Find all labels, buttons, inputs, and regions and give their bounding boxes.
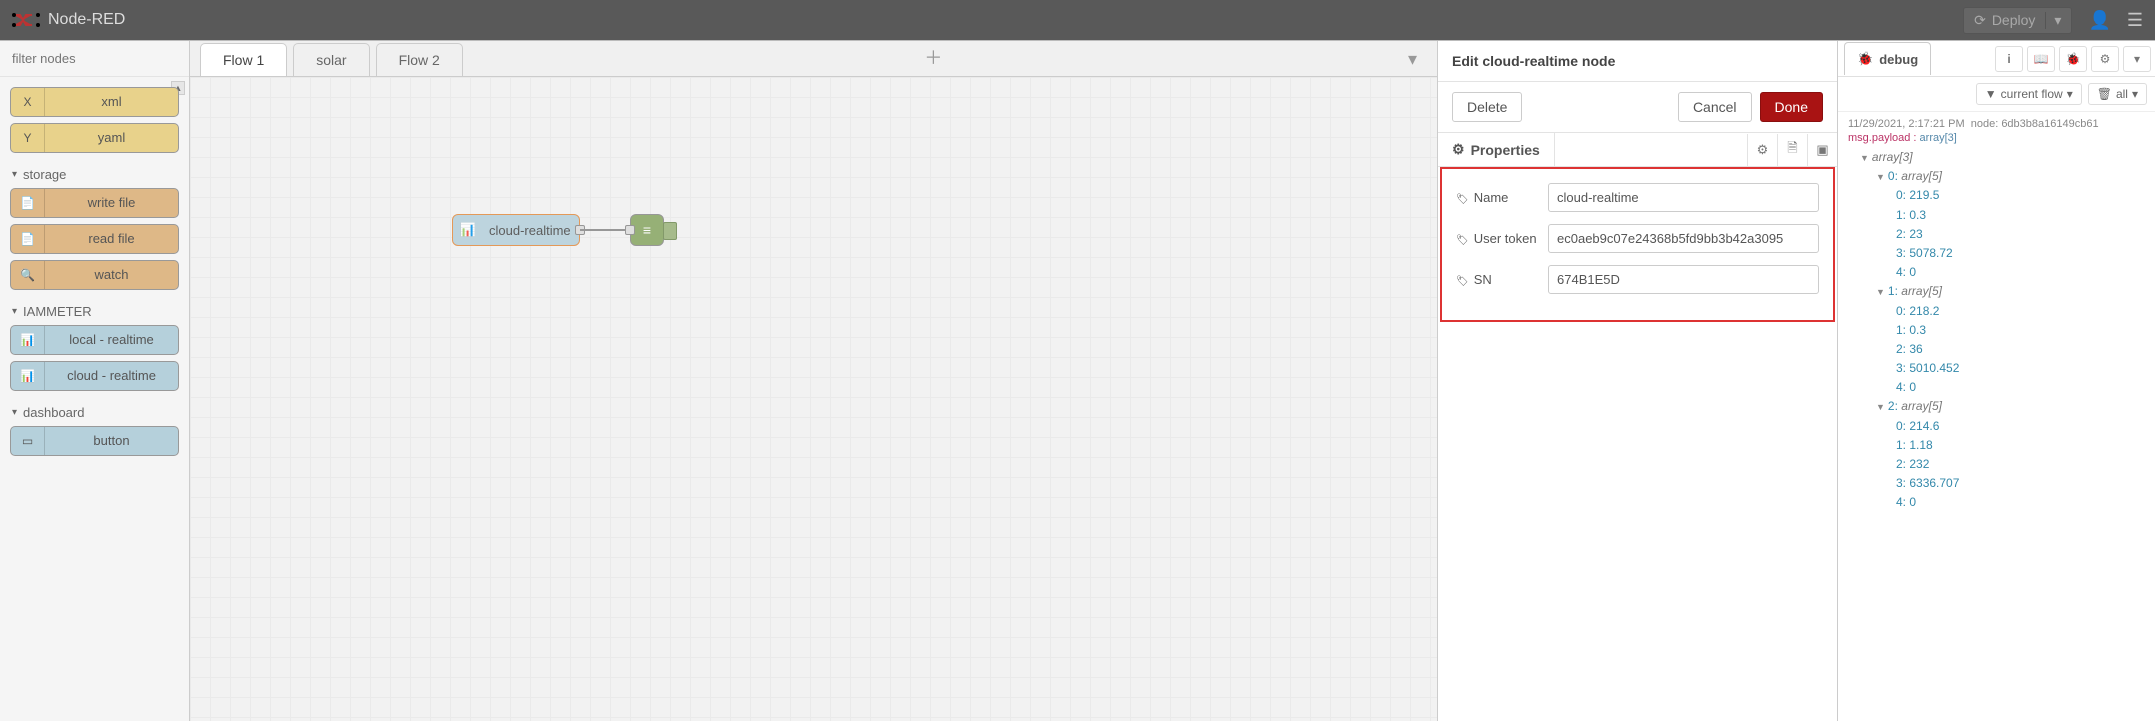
palette-node-read-file[interactable]: 📄read file: [10, 224, 179, 254]
debug-value[interactable]: 4: 0: [1848, 263, 2145, 282]
chevron-down-icon: ▾: [12, 306, 17, 317]
tag-icon: [1456, 272, 1469, 287]
debug-tab[interactable]: 🐞 debug: [1844, 42, 1931, 75]
chevron-down-icon: ▾: [2045, 12, 2061, 29]
debug-icon: ≡: [631, 215, 663, 245]
palette-category-dashboard[interactable]: ▾dashboard: [12, 405, 177, 420]
chevron-down-icon: ▾: [2132, 87, 2138, 101]
chevron-down-icon: ▾: [2067, 87, 2073, 101]
node-toggle-button[interactable]: [663, 222, 677, 240]
palette-category-storage[interactable]: ▾storage: [12, 167, 177, 182]
bug-icon[interactable]: 🐞: [2059, 46, 2087, 72]
workspace: Flow 1 solar Flow 2 ＋ ▾ 📊 cloud-realtime…: [190, 41, 1437, 721]
flow-canvas[interactable]: 📊 cloud-realtime ≡: [190, 77, 1437, 721]
node-debug[interactable]: ≡: [630, 214, 664, 246]
filter-icon: ▼: [1985, 87, 1997, 101]
flow-tabs: Flow 1 solar Flow 2 ＋ ▾: [190, 41, 1437, 77]
node-label: cloud-realtime: [483, 223, 579, 238]
palette-node-local-realtime[interactable]: 📊local - realtime: [10, 325, 179, 355]
sn-label: SN: [1456, 272, 1548, 287]
debug-value[interactable]: 1: 1.18: [1848, 436, 2145, 455]
sn-input[interactable]: [1548, 265, 1819, 294]
properties-tab[interactable]: ⚙ Properties: [1438, 133, 1555, 166]
cancel-button[interactable]: Cancel: [1678, 92, 1752, 122]
debug-value[interactable]: 0: 214.6: [1848, 417, 2145, 436]
debug-messages: 11/29/2021, 2:17:21 PM node: 6db3b8a1614…: [1838, 112, 2155, 721]
add-tab-button[interactable]: ＋: [914, 40, 952, 76]
help-icon[interactable]: 📖: [2027, 46, 2055, 72]
debug-value[interactable]: 4: 0: [1848, 493, 2145, 512]
filter-button[interactable]: ▼ current flow ▾: [1976, 83, 2082, 105]
name-input[interactable]: [1548, 183, 1819, 212]
settings-icon[interactable]: ⚙: [1747, 134, 1777, 166]
delete-button[interactable]: Delete: [1452, 92, 1522, 122]
debug-sidebar: 🐞 debug i 📖 🐞 ⚙ ▾ ▼ current flow ▾ 🗑: [1837, 41, 2155, 721]
description-icon[interactable]: 🗎: [1777, 134, 1807, 166]
palette-sidebar: ▲ Xxml Yyaml ▾storage 📄write file 📄read …: [0, 41, 190, 721]
palette-node-cloud-realtime[interactable]: 📊cloud - realtime: [10, 361, 179, 391]
tag-icon: [1456, 190, 1469, 205]
debug-topic: msg.payload : array[3]: [1848, 132, 2145, 144]
node-cloud-realtime[interactable]: 📊 cloud-realtime: [452, 214, 580, 246]
debug-array-item[interactable]: ▼0: array[5]: [1848, 167, 2145, 186]
app-logo: Node-RED: [12, 11, 125, 29]
chevron-down-icon[interactable]: ▾: [2123, 46, 2151, 72]
palette-node-yaml[interactable]: Yyaml: [10, 123, 179, 153]
deploy-label: Deploy: [1992, 12, 2036, 28]
debug-value[interactable]: 3: 5010.452: [1848, 359, 2145, 378]
edit-tray: Edit cloud-realtime node Delete Cancel D…: [1437, 41, 1837, 721]
info-icon[interactable]: i: [1995, 46, 2023, 72]
properties-form: Name User token SN: [1440, 167, 1835, 322]
debug-value[interactable]: 2: 23: [1848, 225, 2145, 244]
app-header: Node-RED ⟳ Deploy ▾ 👤 ☰: [0, 0, 2155, 40]
tab-flow-2[interactable]: Flow 2: [376, 43, 463, 76]
debug-value[interactable]: 1: 0.3: [1848, 206, 2145, 225]
tag-icon: [1456, 231, 1469, 246]
deploy-button[interactable]: ⟳ Deploy ▾: [1963, 7, 2072, 34]
bug-icon: 🐞: [1857, 51, 1873, 67]
debug-timestamp: 11/29/2021, 2:17:21 PM node: 6db3b8a1614…: [1848, 118, 2145, 130]
palette-node-xml[interactable]: Xxml: [10, 87, 179, 117]
deploy-icon: ⟳: [1974, 12, 1986, 29]
input-port[interactable]: [625, 225, 635, 235]
debug-value[interactable]: 3: 5078.72: [1848, 244, 2145, 263]
chevron-down-icon: ▾: [12, 169, 17, 180]
debug-array-item[interactable]: ▼2: array[5]: [1848, 397, 2145, 416]
menu-icon[interactable]: ☰: [2127, 10, 2143, 31]
tabs-menu-icon[interactable]: ▾: [1398, 43, 1427, 76]
user-token-input[interactable]: [1548, 224, 1819, 253]
palette-node-watch[interactable]: 🔍watch: [10, 260, 179, 290]
user-icon[interactable]: 👤: [2088, 10, 2110, 31]
palette-category-iammeter[interactable]: ▾IAMMETER: [12, 304, 177, 319]
gauge-icon: 📊: [453, 215, 483, 245]
debug-value[interactable]: 2: 36: [1848, 340, 2145, 359]
palette-node-button[interactable]: ▭button: [10, 426, 179, 456]
trash-icon: 🗑: [2097, 87, 2112, 101]
tab-solar[interactable]: solar: [293, 43, 369, 76]
debug-value[interactable]: 2: 232: [1848, 455, 2145, 474]
config-icon[interactable]: ⚙: [2091, 46, 2119, 72]
debug-array-root[interactable]: ▼array[3]: [1848, 148, 2145, 167]
tab-flow-1[interactable]: Flow 1: [200, 43, 287, 76]
nodered-logo-icon: [12, 11, 40, 29]
palette-node-write-file[interactable]: 📄write file: [10, 188, 179, 218]
tray-title: Edit cloud-realtime node: [1438, 41, 1837, 82]
chevron-down-icon: ▾: [12, 407, 17, 418]
palette-filter-input[interactable]: [6, 47, 183, 70]
debug-value[interactable]: 1: 0.3: [1848, 321, 2145, 340]
name-label: Name: [1456, 190, 1548, 205]
app-title: Node-RED: [48, 11, 125, 29]
debug-value[interactable]: 0: 218.2: [1848, 302, 2145, 321]
done-button[interactable]: Done: [1760, 92, 1823, 122]
debug-value[interactable]: 3: 6336.707: [1848, 474, 2145, 493]
debug-value[interactable]: 0: 219.5: [1848, 186, 2145, 205]
gear-icon: ⚙: [1452, 141, 1465, 158]
clear-button[interactable]: 🗑 all ▾: [2088, 83, 2147, 105]
debug-array-item[interactable]: ▼1: array[5]: [1848, 282, 2145, 301]
user-token-label: User token: [1456, 231, 1548, 246]
appearance-icon[interactable]: ▣: [1807, 134, 1837, 166]
debug-value[interactable]: 4: 0: [1848, 378, 2145, 397]
wire[interactable]: [580, 229, 630, 231]
